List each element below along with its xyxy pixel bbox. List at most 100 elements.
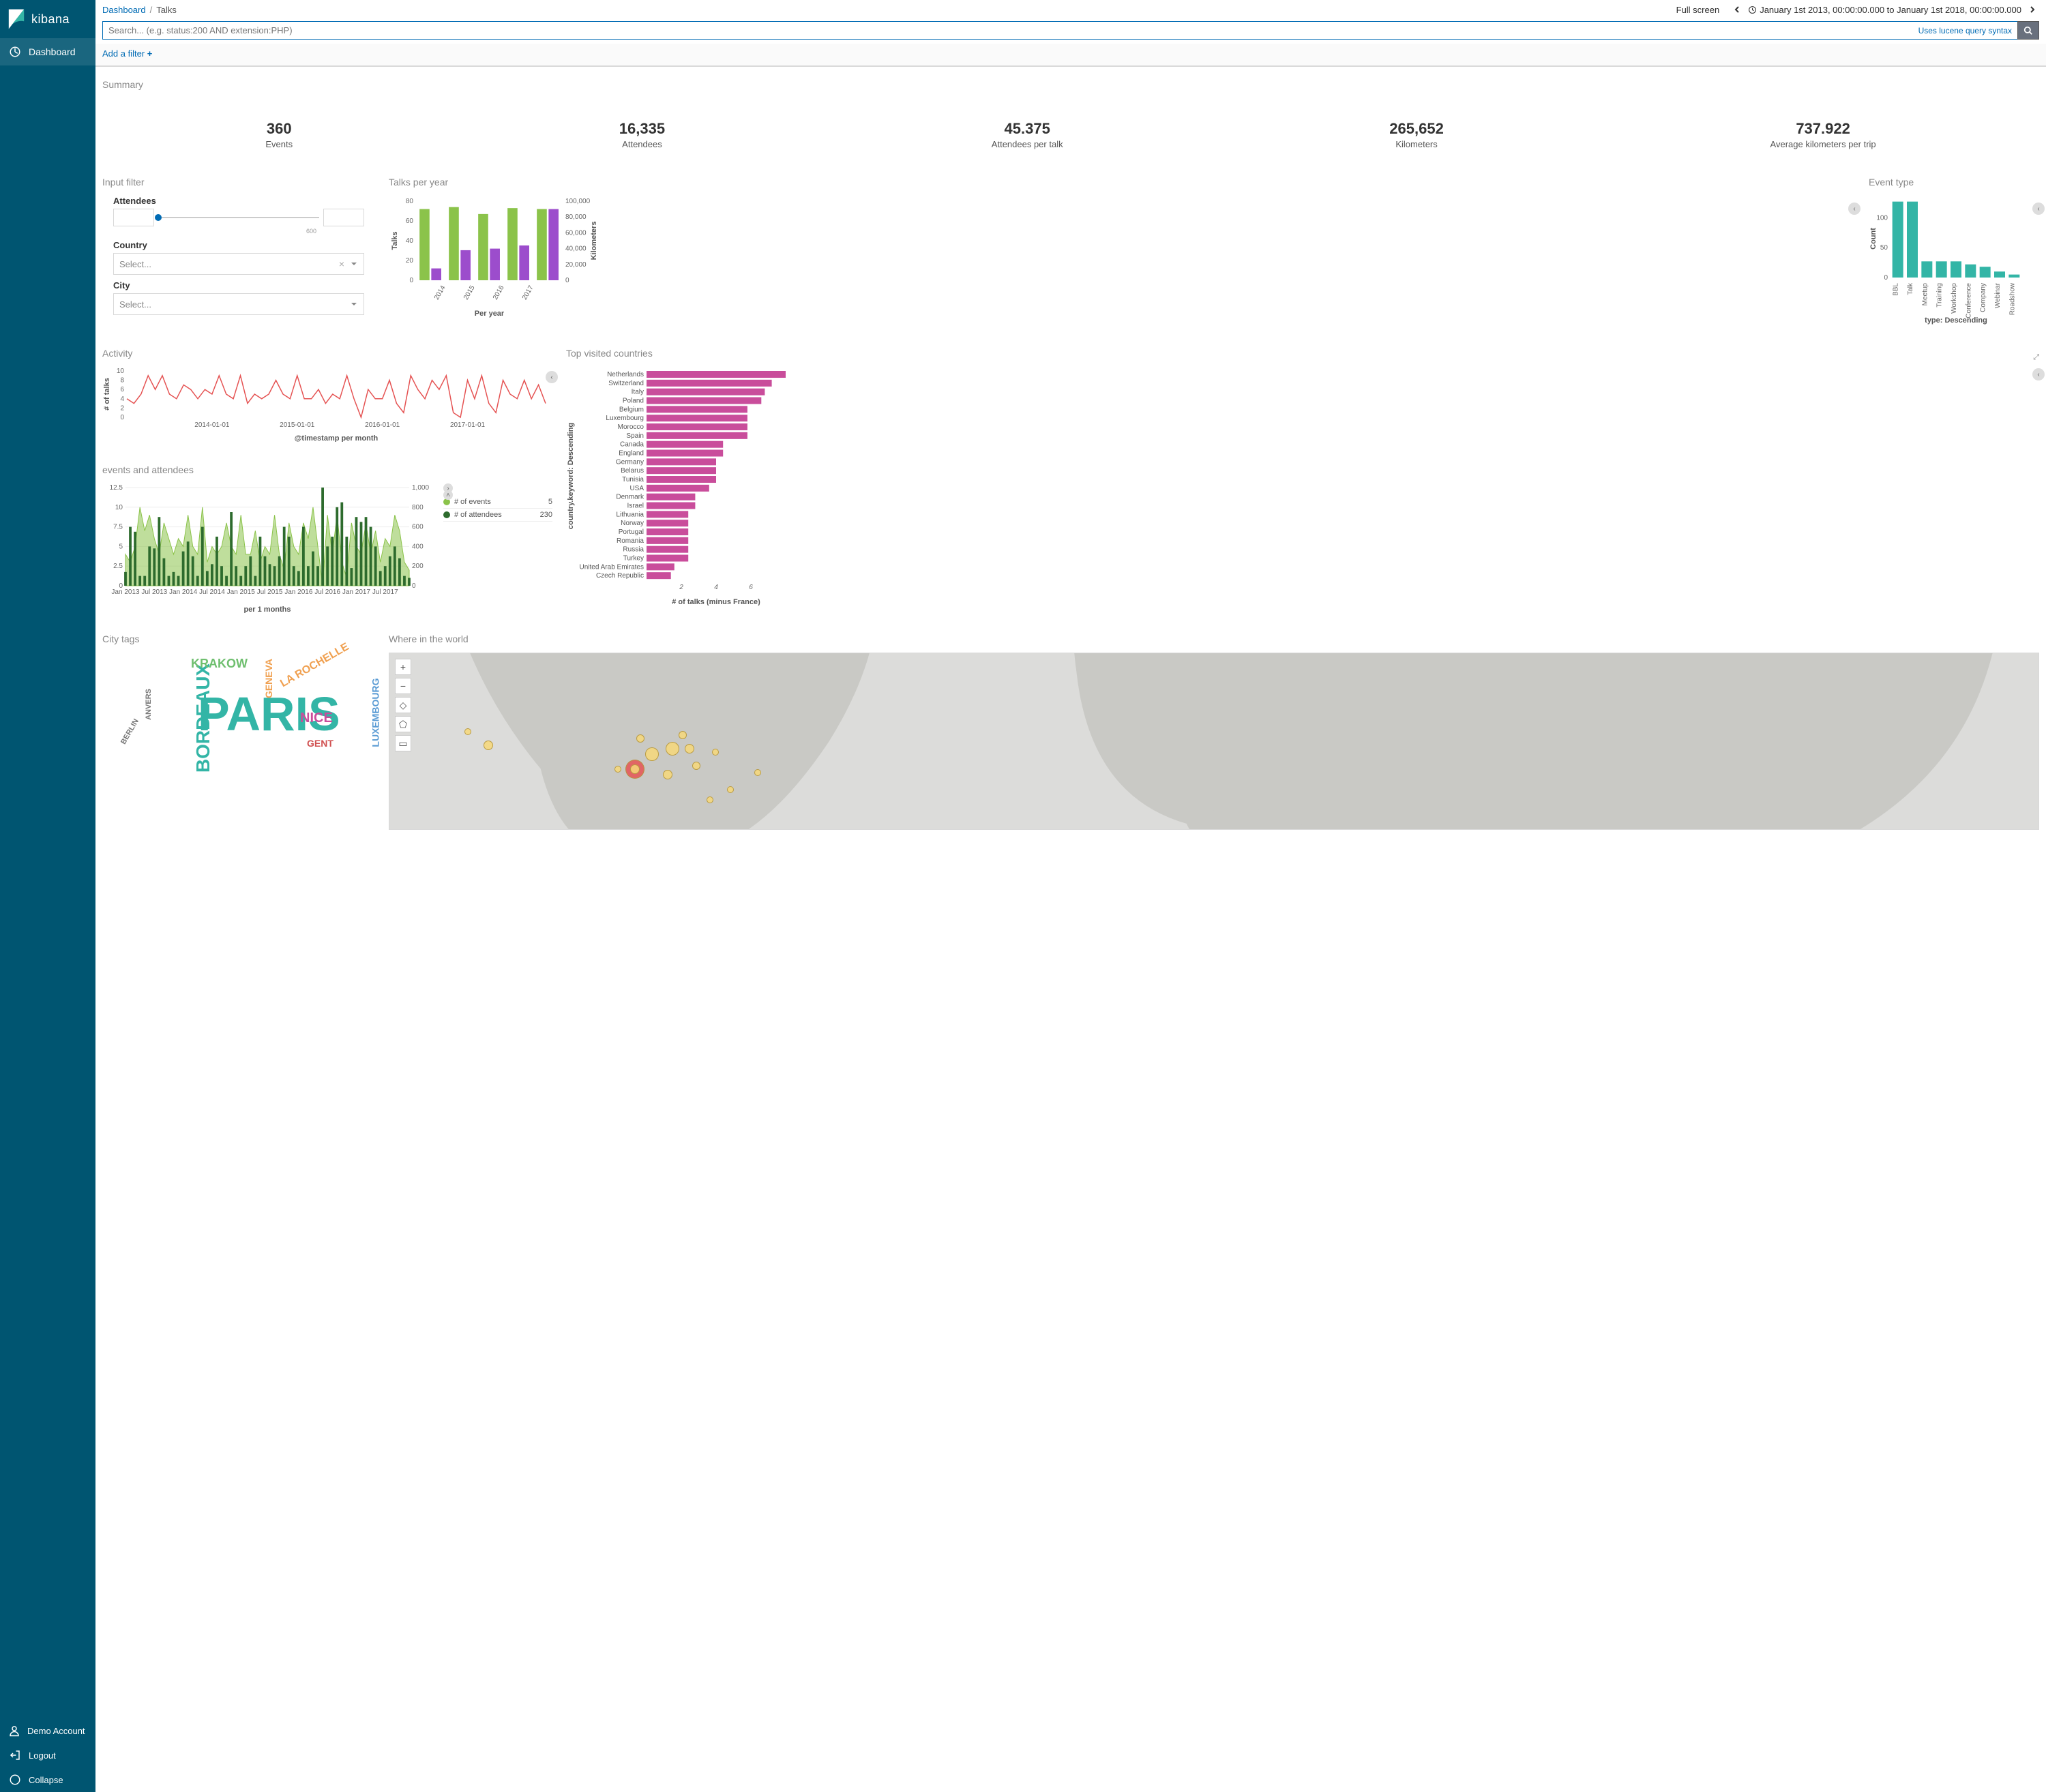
map-marker[interactable] xyxy=(645,747,659,761)
lucene-hint-link[interactable]: Uses lucene query syntax xyxy=(1918,26,2012,35)
svg-text:Switzerland: Switzerland xyxy=(608,380,644,387)
city-tags-title: City tags xyxy=(102,633,375,644)
plus-icon: + xyxy=(147,48,153,59)
legend-attendees[interactable]: # of attendees230 xyxy=(443,509,552,522)
chart-nav-left-icon[interactable]: ‹ xyxy=(2032,368,2045,380)
svg-text:Conference: Conference xyxy=(1965,283,1972,318)
cloud-word[interactable]: GENEVA xyxy=(263,659,274,698)
svg-text:4: 4 xyxy=(120,395,124,403)
brand-logo[interactable]: kibana xyxy=(0,0,95,38)
map-zoom-in[interactable]: + xyxy=(395,659,411,675)
map-rect[interactable]: ▭ xyxy=(395,735,411,751)
svg-text:Tunisia: Tunisia xyxy=(622,476,644,483)
cloud-word[interactable]: LA ROCHELLE xyxy=(278,641,351,690)
map-marker[interactable] xyxy=(484,741,493,750)
map-marker[interactable] xyxy=(666,742,679,756)
svg-text:Jul 2015: Jul 2015 xyxy=(257,588,283,596)
map-marker[interactable] xyxy=(754,769,761,776)
svg-text:@timestamp per month: @timestamp per month xyxy=(295,434,379,442)
activity-chart[interactable]: 02468102014-01-012015-01-012016-01-01201… xyxy=(102,367,552,444)
breadcrumb-root[interactable]: Dashboard xyxy=(102,5,146,15)
world-map[interactable]: + − ◇ ⬠ ▭ xyxy=(389,653,2039,830)
fullscreen-button[interactable]: Full screen xyxy=(1676,5,1720,15)
svg-text:Canada: Canada xyxy=(620,441,644,449)
expand-icon[interactable]: ⤢ xyxy=(2033,353,2039,362)
svg-text:100,000: 100,000 xyxy=(565,198,591,205)
search-button[interactable] xyxy=(2017,21,2039,40)
map-zoom-out[interactable]: − xyxy=(395,678,411,694)
cloud-word[interactable]: NICE xyxy=(300,711,333,726)
map-marker[interactable] xyxy=(692,762,700,770)
attendees-slider[interactable] xyxy=(158,217,319,218)
svg-text:2015: 2015 xyxy=(462,284,477,301)
activity-title: Activity xyxy=(102,348,552,359)
attendees-max-input[interactable] xyxy=(323,209,364,226)
attendees-slider-handle[interactable] xyxy=(155,214,162,221)
map-marker[interactable] xyxy=(707,796,713,803)
cloud-word[interactable]: ANVERS xyxy=(145,689,153,720)
svg-text:0: 0 xyxy=(120,414,124,421)
dashboard-icon xyxy=(8,45,22,59)
cloud-word[interactable]: KRAKOW xyxy=(191,657,248,671)
input-filter-title: Input filter xyxy=(102,177,375,188)
event-type-chart[interactable]: ‹ 050100BBLTalkMeetupTrainingWorkshopCon… xyxy=(1869,196,2039,327)
cloud-word[interactable]: BERLIN xyxy=(119,717,140,745)
svg-text:Jan 2015: Jan 2015 xyxy=(227,588,256,596)
cloud-word[interactable]: BORDEAUX xyxy=(192,663,214,773)
svg-text:per 1 months: per 1 months xyxy=(243,606,291,613)
nav-collapse[interactable]: Collapse xyxy=(0,1767,95,1792)
svg-text:60,000: 60,000 xyxy=(565,229,587,237)
city-tags-cloud[interactable]: PARISBORDEAUXKRAKOWGENEVALA ROCHELLENICE… xyxy=(102,653,375,748)
svg-text:Belarus: Belarus xyxy=(621,467,644,475)
time-prev-button[interactable] xyxy=(1730,3,1744,16)
chart-nav-left-icon[interactable]: ‹ xyxy=(2032,203,2045,215)
map-marker[interactable] xyxy=(727,786,734,793)
map-marker[interactable] xyxy=(464,728,471,735)
map-marker[interactable] xyxy=(630,764,640,774)
legend-events[interactable]: # of events5 xyxy=(443,496,552,509)
nav-dashboard[interactable]: Dashboard xyxy=(0,38,95,65)
map-marker[interactable] xyxy=(679,731,687,739)
country-select[interactable]: Select...× xyxy=(113,253,364,275)
svg-text:5: 5 xyxy=(119,543,123,550)
time-range-picker[interactable]: January 1st 2013, 00:00:00.000 to Januar… xyxy=(1748,5,2021,15)
nav-logout[interactable]: Logout xyxy=(0,1743,95,1767)
svg-text:2: 2 xyxy=(120,404,124,412)
svg-text:country.keyword: Descending: country.keyword: Descending xyxy=(567,423,575,529)
time-next-button[interactable] xyxy=(2026,3,2039,16)
chart-nav-left-icon[interactable]: ‹ xyxy=(546,371,558,383)
talks-per-year-chart[interactable]: ‹ 020406080020,00040,00060,00080,000100,… xyxy=(389,196,1855,320)
nav-account[interactable]: Demo Account With e xyxy=(0,1718,95,1743)
svg-text:Lithuania: Lithuania xyxy=(616,511,644,518)
nav-logout-label: Logout xyxy=(29,1750,56,1761)
svg-text:Morocco: Morocco xyxy=(618,423,644,431)
search-icon xyxy=(2023,26,2033,35)
cloud-word[interactable]: GENT xyxy=(307,738,333,749)
events-attendees-chart[interactable]: 02.557.51012.502004006008001,000Jan 2013… xyxy=(102,483,552,613)
search-input[interactable] xyxy=(102,21,2017,40)
clear-icon[interactable]: × xyxy=(339,258,344,269)
map-marker[interactable] xyxy=(712,749,719,756)
svg-text:60: 60 xyxy=(406,218,414,225)
top-countries-chart[interactable]: ‹ NetherlandsSwitzerlandItalyPolandBelgi… xyxy=(566,367,2039,608)
add-filter-button[interactable]: Add a filter + xyxy=(102,48,152,59)
map-marker[interactable] xyxy=(685,744,694,753)
svg-text:Jan 2014: Jan 2014 xyxy=(169,588,198,596)
map-marker[interactable] xyxy=(636,734,644,743)
chart-nav-up-icon[interactable]: ˄ xyxy=(443,490,453,500)
map-fit[interactable]: ◇ xyxy=(395,697,411,713)
svg-text:# of talks: # of talks xyxy=(103,378,111,410)
map-shape[interactable]: ⬠ xyxy=(395,716,411,732)
svg-text:Kilometers: Kilometers xyxy=(590,222,598,260)
cloud-word[interactable]: LUXEMBOURG xyxy=(370,678,381,747)
city-select[interactable]: Select... xyxy=(113,293,364,315)
attendees-min-input[interactable] xyxy=(113,209,154,226)
svg-text:0: 0 xyxy=(565,277,569,284)
svg-text:2015-01-01: 2015-01-01 xyxy=(280,421,315,429)
map-marker[interactable] xyxy=(663,770,672,779)
svg-text:40,000: 40,000 xyxy=(565,245,587,253)
chevron-right-icon xyxy=(2029,6,2036,13)
svg-text:Per year: Per year xyxy=(475,310,505,318)
map-marker[interactable] xyxy=(614,766,621,773)
chart-nav-left-icon[interactable]: ‹ xyxy=(1848,203,1860,215)
